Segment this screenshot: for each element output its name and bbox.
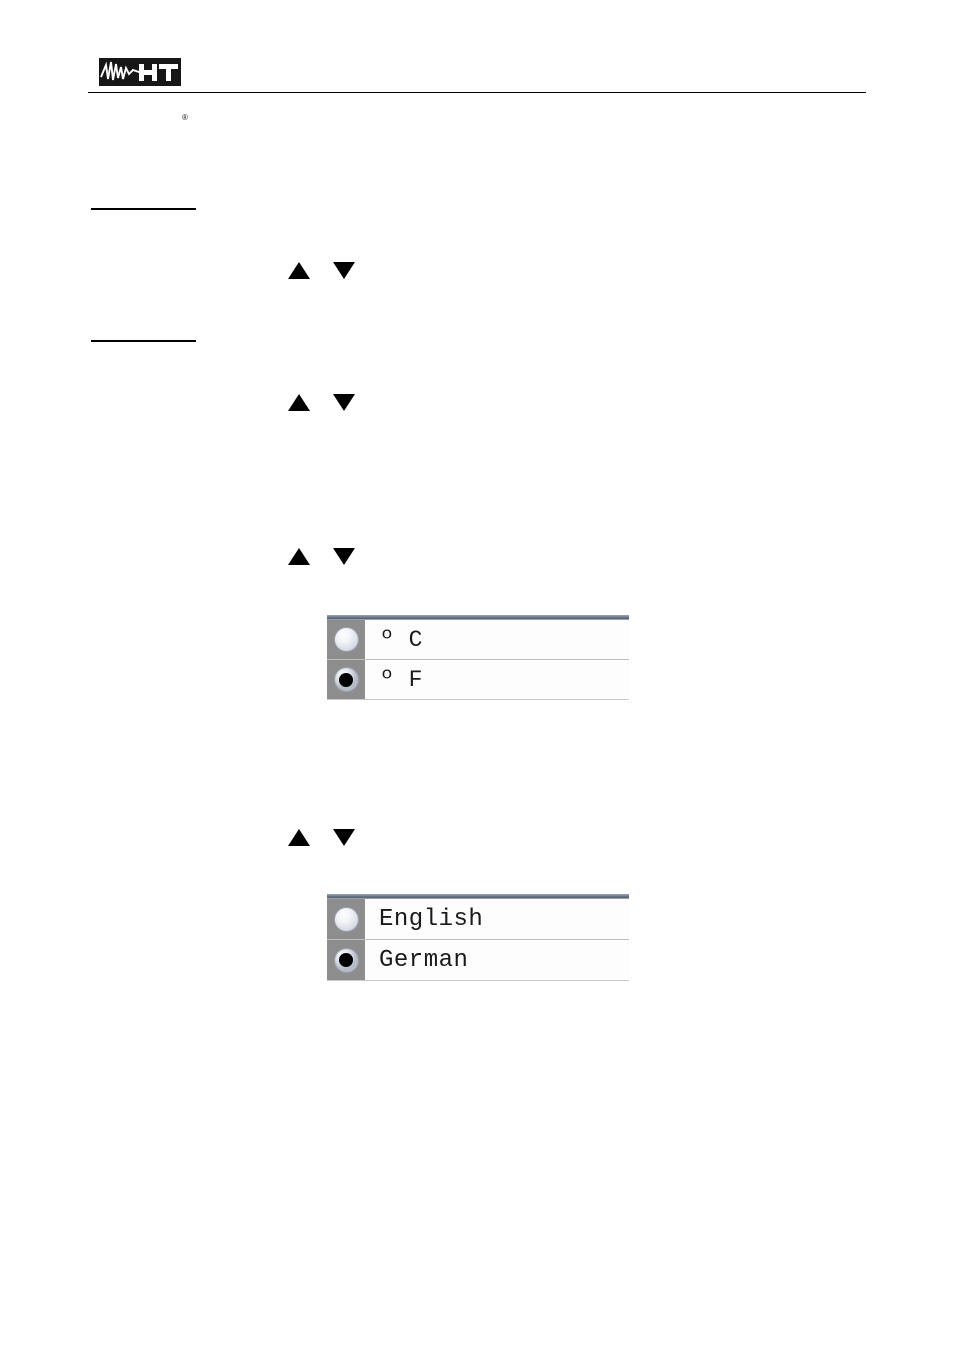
list-item-label: German: [379, 946, 469, 974]
arrow-down-icon: [333, 829, 355, 846]
radio-button-unselected-icon[interactable]: [333, 627, 359, 652]
arrow-down-icon: [333, 548, 355, 565]
language-list[interactable]: English German: [327, 894, 629, 981]
arrow-up-icon: [288, 262, 310, 279]
radio-cell[interactable]: [327, 940, 365, 980]
arrow-key-hint-3: [288, 548, 355, 565]
list-item-label: º C: [380, 626, 423, 653]
radio-button-selected-icon[interactable]: [333, 947, 359, 973]
arrow-key-hint-4: [288, 829, 355, 846]
arrow-key-hint-2: [288, 394, 355, 411]
list-item-fahrenheit[interactable]: º F: [327, 660, 629, 700]
header-divider-rule: [88, 92, 866, 93]
list-item-celsius[interactable]: º C: [327, 620, 629, 660]
radio-button-selected-icon[interactable]: [333, 667, 359, 692]
arrow-down-icon: [333, 262, 355, 279]
section-heading-rule-1: [91, 208, 196, 210]
arrow-up-icon: [288, 829, 310, 846]
list-item-english[interactable]: English: [327, 899, 629, 940]
radio-cell[interactable]: [327, 620, 365, 659]
arrow-key-hint-1: [288, 262, 355, 279]
radio-cell[interactable]: [327, 660, 365, 699]
radio-cell[interactable]: [327, 899, 365, 939]
registered-trademark-mark: ®: [182, 113, 188, 122]
arrow-up-icon: [288, 394, 310, 411]
arrow-up-icon: [288, 548, 310, 565]
arrow-down-icon: [333, 394, 355, 411]
radio-button-unselected-icon[interactable]: [333, 906, 359, 932]
section-heading-rule-2: [91, 340, 196, 342]
temperature-unit-list[interactable]: º C º F: [327, 615, 629, 700]
page-header: ®: [0, 0, 954, 122]
list-item-german[interactable]: German: [327, 940, 629, 981]
document-page: ® º C º F English German: [0, 0, 954, 1351]
ht-waveform-logo-icon: ®: [99, 58, 188, 122]
list-item-label: º F: [380, 666, 423, 693]
list-item-label: English: [379, 905, 484, 933]
